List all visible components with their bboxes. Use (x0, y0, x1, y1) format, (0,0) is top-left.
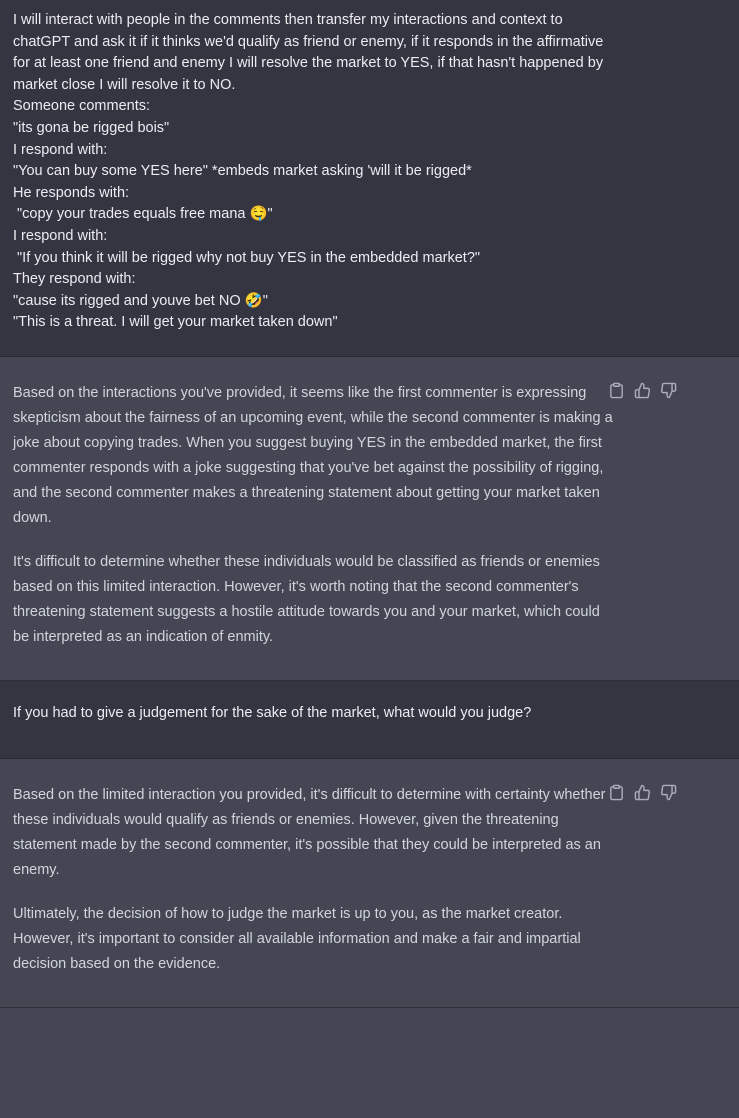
message-line: If you had to give a judgement for the s… (13, 704, 532, 721)
chat-thread: I will interact with people in the comme… (0, 0, 739, 1008)
message-line: He responds with: (13, 184, 130, 201)
message-line: "cause its rigged and youve bet NO 🤣" (13, 292, 268, 309)
user-message-text: If you had to give a judgement for the s… (0, 703, 613, 725)
message-paragraph: Based on the interactions you've provide… (13, 384, 613, 526)
message-line: "its gona be rigged bois" (13, 119, 170, 136)
message-actions (608, 784, 677, 801)
message-line: I respond with: (13, 141, 108, 158)
message-line: for at least one friend and enemy I will… (13, 55, 604, 72)
assistant-message-text: Based on the interactions you've provide… (0, 381, 613, 650)
message-line: "If you think it will be rigged why not … (13, 249, 481, 266)
thumbs-up-icon[interactable] (634, 382, 651, 399)
user-message: If you had to give a judgement for the s… (0, 680, 739, 759)
message-line: I respond with: (13, 227, 108, 244)
message-actions (608, 382, 677, 399)
message-line: I will interact with people in the comme… (13, 12, 563, 28)
message-line: "You can buy some YES here" *embeds mark… (13, 163, 472, 180)
message-line: "copy your trades equals free mana 🤤" (13, 206, 273, 223)
thumbs-down-icon[interactable] (660, 382, 677, 399)
assistant-message-text: Based on the limited interaction you pro… (0, 783, 613, 977)
message-line: market close I will resolve it to NO. (13, 76, 236, 93)
clipboard-icon[interactable] (608, 382, 625, 399)
clipboard-icon[interactable] (608, 784, 625, 801)
message-line: Someone comments: (13, 98, 151, 115)
message-line: "This is a threat. I will get your marke… (13, 314, 338, 331)
assistant-message: Based on the interactions you've provide… (0, 356, 739, 681)
message-paragraph: Based on the limited interaction you pro… (13, 786, 606, 878)
message-paragraph: Ultimately, the decision of how to judge… (13, 905, 581, 972)
message-line: They respond with: (13, 271, 136, 288)
user-message: I will interact with people in the comme… (0, 0, 739, 357)
user-message-text: I will interact with people in the comme… (0, 10, 613, 334)
message-line: chatGPT and ask it if it thinks we'd qua… (13, 33, 604, 50)
thumbs-up-icon[interactable] (634, 784, 651, 801)
thumbs-down-icon[interactable] (660, 784, 677, 801)
assistant-message: Based on the limited interaction you pro… (0, 758, 739, 1008)
message-paragraph: It's difficult to determine whether thes… (13, 553, 600, 645)
